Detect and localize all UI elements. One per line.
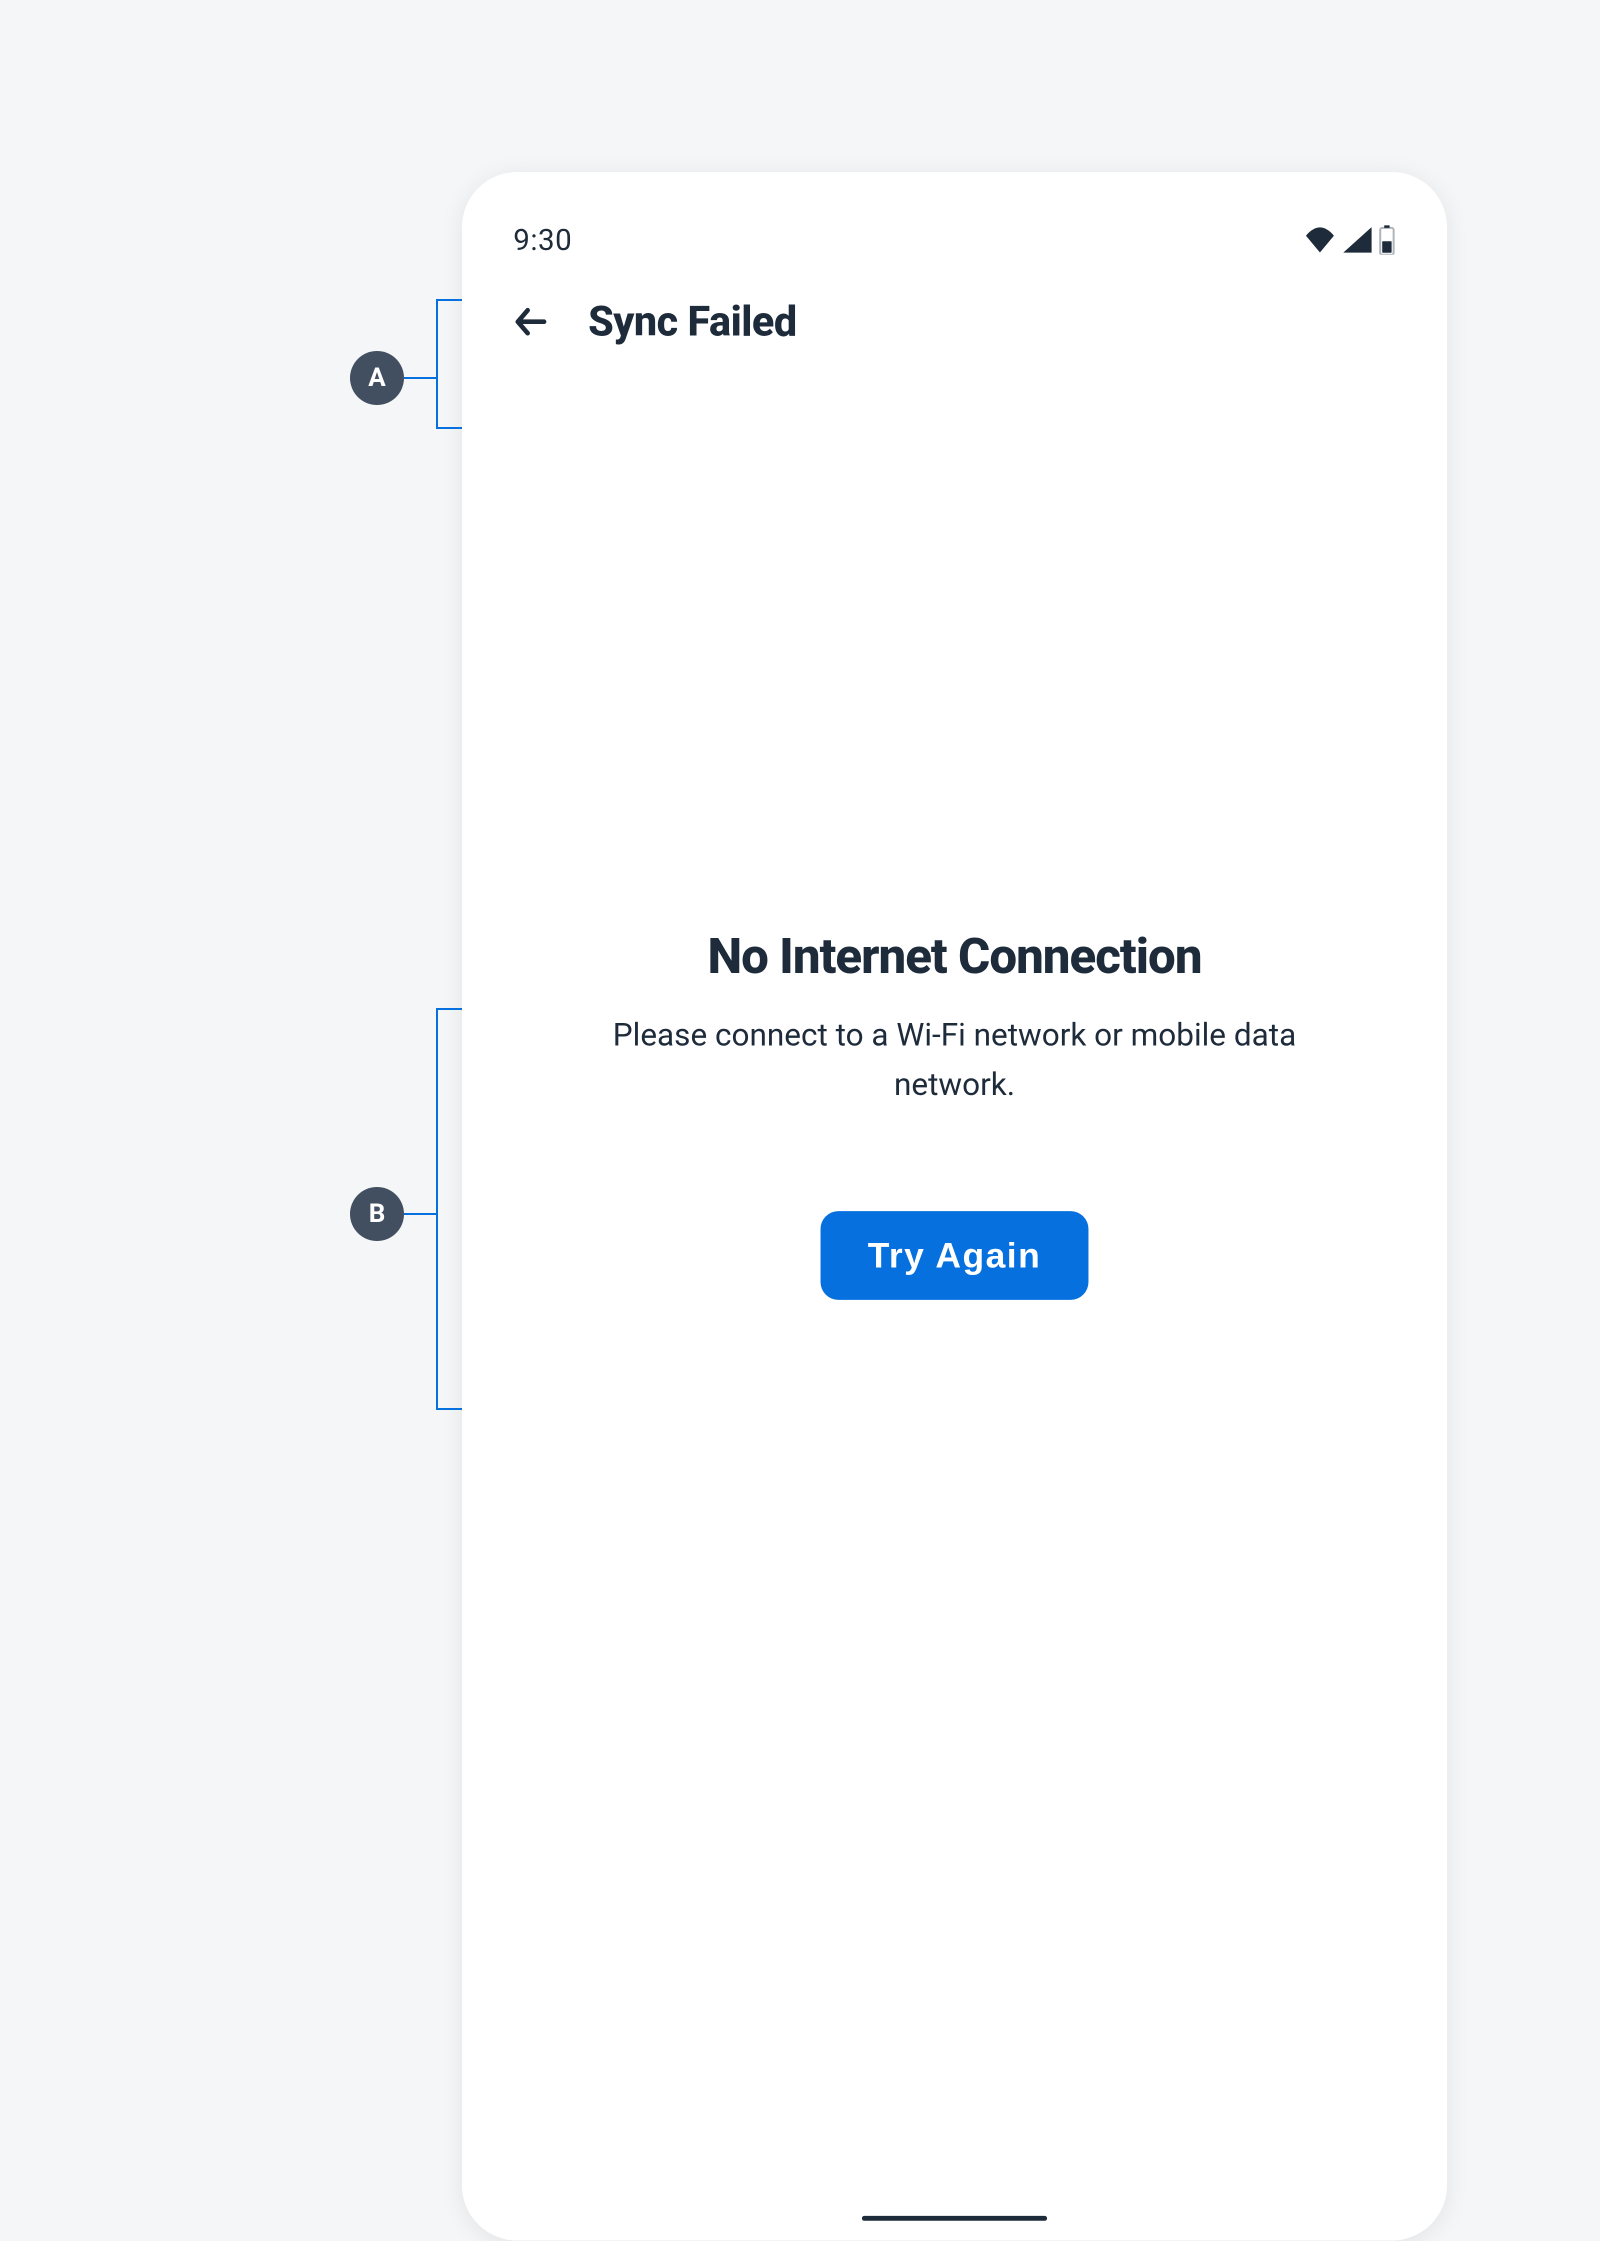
error-message: Please connect to a Wi-Fi network or mob…: [580, 1011, 1329, 1109]
error-title: No Internet Connection: [707, 928, 1201, 985]
annotation-b: B: [350, 1187, 404, 1241]
annotation-badge-b: B: [350, 1187, 404, 1241]
back-button[interactable]: [509, 300, 552, 343]
battery-icon: [1378, 225, 1396, 255]
annotation-connector: [404, 377, 436, 379]
try-again-button[interactable]: Try Again: [820, 1211, 1088, 1300]
arrow-left-icon: [511, 302, 550, 341]
status-bar: 9:30: [462, 172, 1447, 271]
status-icons: [1303, 225, 1396, 255]
cellular-icon: [1343, 227, 1373, 253]
wifi-icon: [1303, 227, 1336, 253]
annotation-connector: [404, 1213, 436, 1215]
annotation-bracket: [436, 299, 462, 429]
annotation-a: A: [350, 351, 404, 405]
annotation-bracket: [436, 1008, 462, 1410]
home-indicator[interactable]: [862, 2216, 1047, 2221]
content-area: No Internet Connection Please connect to…: [462, 373, 1447, 1300]
app-bar: Sync Failed: [462, 271, 1447, 373]
annotation-badge-a: A: [350, 351, 404, 405]
device-frame: 9:30 Sync Failed No Internet Connection: [462, 172, 1447, 2241]
page-title: Sync Failed: [588, 298, 797, 346]
status-time: 9:30: [513, 223, 572, 257]
